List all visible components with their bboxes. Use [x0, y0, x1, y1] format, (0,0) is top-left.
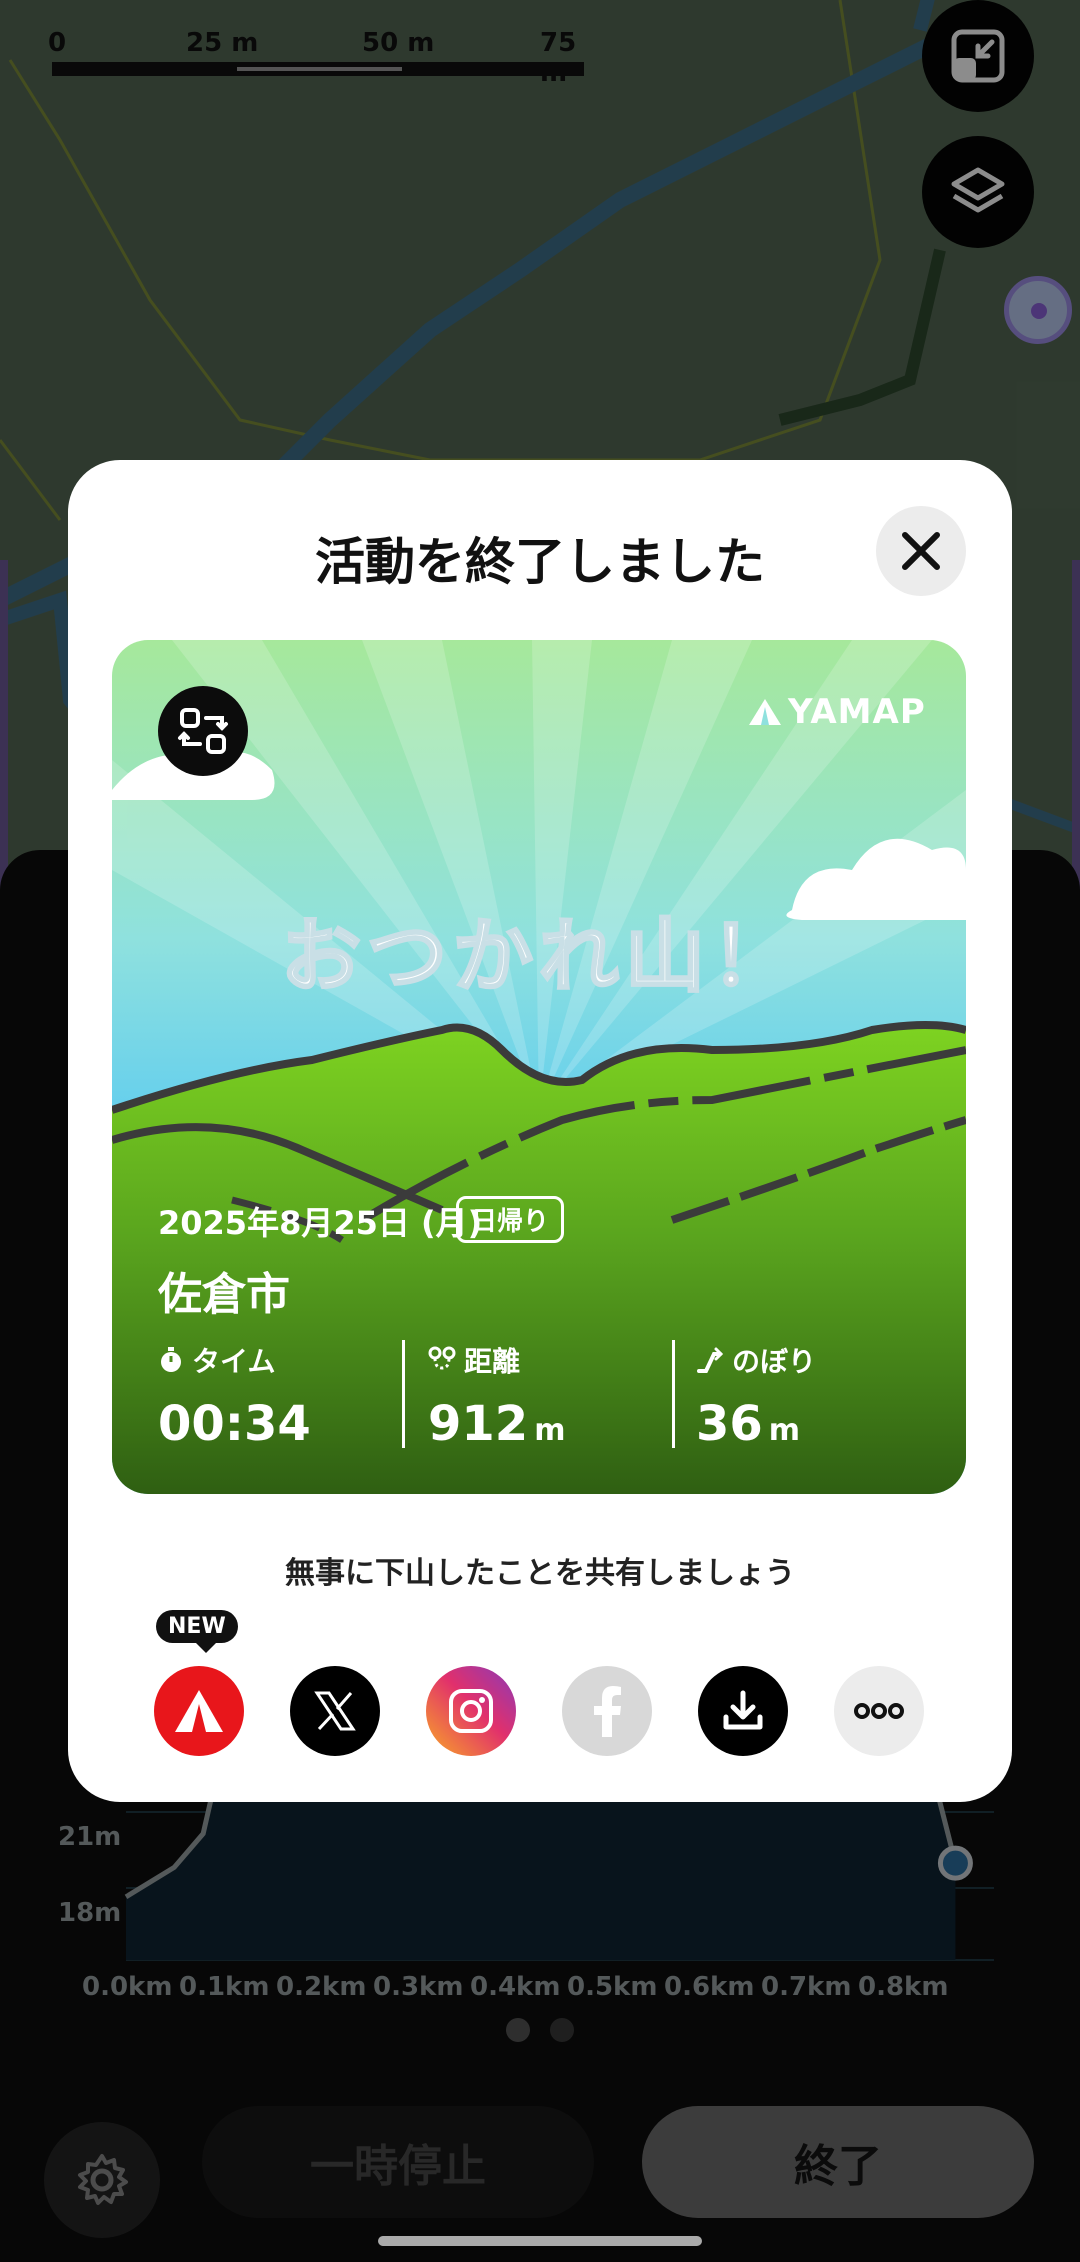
dialog-title: 活動を終了しました	[315, 533, 765, 591]
stat-ascent-value: 36	[696, 1396, 763, 1452]
brand-text: YAMAP	[788, 692, 926, 732]
ascent-icon	[697, 1347, 724, 1373]
close-button[interactable]	[876, 506, 966, 596]
activity-finished-dialog: 活動を終了しました YAMAP おつかれ山！ 2025年8月25日 (月) 日帰…	[68, 460, 1012, 1802]
download-button[interactable]	[698, 1666, 788, 1756]
stat-distance-unit: m	[534, 1413, 566, 1448]
more-options-button[interactable]	[834, 1666, 924, 1756]
activity-share-card: YAMAP おつかれ山！ 2025年8月25日 (月) 日帰り 佐倉市 タイム …	[112, 640, 966, 1494]
stat-divider-2	[672, 1340, 675, 1448]
instagram-icon	[449, 1689, 493, 1733]
yamap-icon	[175, 1690, 223, 1732]
stat-time-value: 00:34	[158, 1396, 311, 1452]
swap-card-button[interactable]	[158, 686, 248, 776]
facebook-icon	[594, 1686, 621, 1737]
stat-ascent-unit: m	[768, 1413, 801, 1448]
yamap-logo: YAMAP	[748, 692, 926, 732]
yamap-mountain-icon	[749, 699, 781, 725]
share-x-button[interactable]	[290, 1666, 380, 1756]
activity-date: 2025年8月25日 (月)	[158, 1204, 483, 1242]
swap-icon	[178, 708, 228, 754]
x-logo-icon	[314, 1691, 356, 1731]
trip-type-badge: 日帰り	[456, 1196, 565, 1243]
stat-time-label: タイム	[192, 1345, 276, 1378]
stat-time: タイム 00:34	[158, 1340, 311, 1452]
share-facebook-button[interactable]	[562, 1666, 652, 1756]
home-indicator	[378, 2236, 702, 2246]
share-yamap-button[interactable]	[154, 1666, 244, 1756]
stat-divider-1	[402, 1340, 405, 1448]
stat-ascent-label: のぼり	[732, 1345, 817, 1378]
share-prompt: 無事に下山したことを共有しましょう	[285, 1556, 795, 1591]
route-icon	[428, 1346, 456, 1370]
share-instagram-button[interactable]	[426, 1666, 516, 1756]
stat-distance: 距離 912 m	[428, 1340, 565, 1452]
activity-place: 佐倉市	[158, 1269, 290, 1320]
stat-ascent: のぼり 36 m	[696, 1340, 816, 1452]
close-icon	[902, 532, 940, 570]
card-headline: おつかれ山！	[280, 909, 797, 1005]
download-icon	[723, 1690, 763, 1730]
stat-distance-value: 912	[428, 1396, 529, 1452]
stopwatch-icon	[161, 1347, 181, 1372]
more-dots-icon	[854, 1703, 904, 1719]
new-badge: NEW	[156, 1610, 238, 1653]
stat-distance-label: 距離	[464, 1345, 521, 1378]
